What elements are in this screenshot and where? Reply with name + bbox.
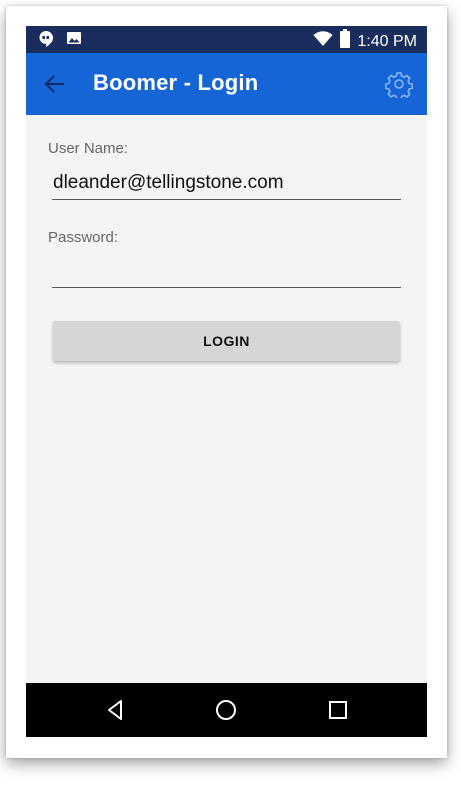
wifi-icon <box>313 31 333 52</box>
password-label: Password: <box>48 229 119 246</box>
battery-icon <box>339 29 351 54</box>
recents-square-icon[interactable] <box>326 698 350 722</box>
status-bar: 1:40 PM <box>26 26 427 53</box>
status-clock: 1:40 PM <box>357 32 417 50</box>
username-field[interactable] <box>52 167 401 200</box>
phone-screen: 1:40 PM Boomer - Login User Name: Passwo… <box>26 26 427 737</box>
gear-icon[interactable] <box>385 70 413 101</box>
back-arrow-icon[interactable] <box>42 71 68 97</box>
username-label: User Name: <box>48 140 129 157</box>
password-field[interactable] <box>52 255 401 288</box>
back-triangle-icon[interactable] <box>104 698 128 722</box>
hangouts-icon <box>38 30 54 53</box>
navigation-bar <box>26 683 427 737</box>
login-button[interactable]: LOGIN <box>53 321 400 361</box>
app-bar: Boomer - Login <box>26 53 427 115</box>
app-title: Boomer - Login <box>93 70 259 95</box>
home-circle-icon[interactable] <box>214 698 238 722</box>
image-icon <box>66 30 82 53</box>
